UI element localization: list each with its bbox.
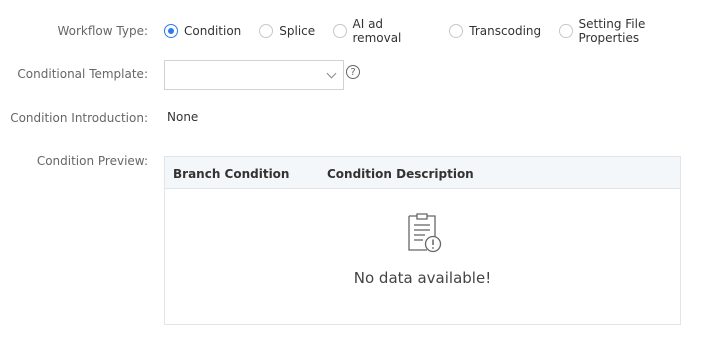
radio-label-transcoding: Transcoding (469, 24, 542, 38)
radio-option-transcoding[interactable]: Transcoding (449, 24, 541, 38)
empty-state-text: No data available! (353, 269, 492, 287)
radio-unselected-icon[interactable] (449, 24, 464, 38)
condition-preview-label: Condition Preview: (36, 154, 148, 168)
chevron-down-icon[interactable] (326, 68, 337, 79)
radio-label-condition: Condition (184, 24, 242, 38)
condition-preview-table: Branch Condition Condition Description N… (164, 156, 681, 325)
radio-option-splice[interactable]: Splice (259, 24, 315, 38)
condition-introduction-label: Condition Introduction: (10, 111, 148, 125)
radio-unselected-icon[interactable] (559, 24, 573, 38)
radio-option-ai-ad-removal[interactable]: AI ad removal (333, 17, 431, 45)
no-data-icon (408, 213, 442, 253)
radio-option-condition[interactable]: Condition (164, 24, 241, 38)
conditional-template-select[interactable] (164, 60, 344, 90)
radio-selected-icon[interactable] (164, 24, 178, 38)
condition-introduction-value: None (167, 110, 199, 124)
help-question-icon[interactable]: ? (346, 65, 360, 79)
radio-unselected-icon[interactable] (259, 24, 274, 38)
column-header-condition-description[interactable]: Condition Description (327, 167, 474, 181)
workflow-type-radio-group: Condition Splice AI ad removal Transcodi… (164, 17, 721, 45)
workflow-type-label: Workflow Type: (57, 24, 148, 38)
conditional-template-label: Conditional Template: (17, 67, 148, 81)
radio-unselected-icon[interactable] (333, 24, 347, 38)
radio-option-setting-file-properties[interactable]: Setting File Properties (559, 17, 703, 45)
radio-label-ai-ad-removal: AI ad removal (352, 17, 402, 45)
column-header-branch-condition[interactable]: Branch Condition (173, 167, 289, 181)
radio-label-setting-file-properties: Setting File Properties (578, 17, 646, 45)
table-header: Branch Condition Condition Description (165, 157, 680, 189)
radio-label-splice: Splice (279, 24, 316, 38)
